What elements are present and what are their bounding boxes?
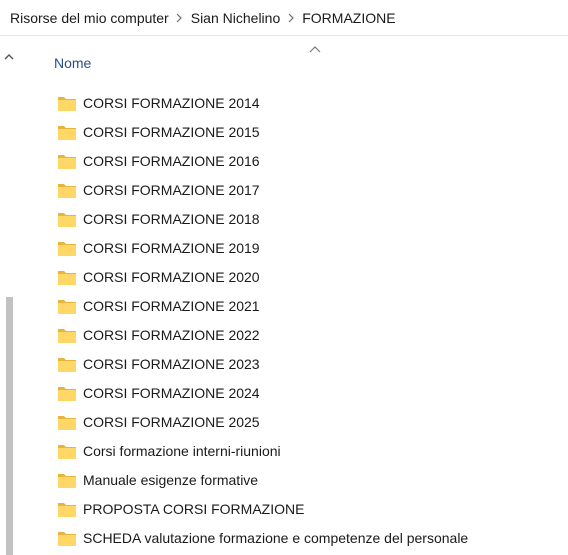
list-item[interactable]: CORSI FORMAZIONE 2018 [57, 204, 468, 233]
folder-icon [58, 473, 76, 488]
file-name: CORSI FORMAZIONE 2018 [83, 210, 260, 227]
file-name: CORSI FORMAZIONE 2022 [83, 326, 260, 343]
folder-icon [58, 154, 76, 169]
list-item[interactable]: SCHEDA valutazione formazione e competen… [57, 523, 468, 552]
list-item[interactable]: CORSI FORMAZIONE 2024 [57, 378, 468, 407]
file-name: CORSI FORMAZIONE 2025 [83, 413, 260, 430]
file-name: SCHEDA valutazione formazione e competen… [83, 529, 469, 546]
list-item[interactable]: CORSI FORMAZIONE 2021 [57, 291, 468, 320]
list-item[interactable]: CORSI FORMAZIONE 2025 [57, 407, 468, 436]
folder-icon [58, 444, 76, 459]
file-name: CORSI FORMAZIONE 2024 [83, 384, 260, 401]
breadcrumb-item-formazione[interactable]: FORMAZIONE [302, 10, 395, 26]
breadcrumb-item-sian-nichelino[interactable]: Sian Nichelino [191, 10, 281, 26]
list-item[interactable]: CORSI FORMAZIONE 2022 [57, 320, 468, 349]
file-name: CORSI FORMAZIONE 2019 [83, 239, 260, 256]
folder-icon [58, 125, 76, 140]
list-item[interactable]: CORSI FORMAZIONE 2016 [57, 146, 468, 175]
file-name: CORSI FORMAZIONE 2021 [83, 297, 260, 314]
list-item[interactable]: CORSI FORMAZIONE 2019 [57, 233, 468, 262]
scrollbar-thumb[interactable] [6, 297, 13, 555]
folder-icon [58, 212, 76, 227]
file-name: CORSI FORMAZIONE 2015 [83, 123, 260, 140]
breadcrumb-item-computer[interactable]: Risorse del mio computer [10, 10, 169, 26]
list-item[interactable]: Corsi formazione interni-riunioni [57, 436, 468, 465]
folder-icon [58, 386, 76, 401]
list-item[interactable]: CORSI FORMAZIONE 2014 [57, 88, 468, 117]
folder-icon [58, 502, 76, 517]
folder-icon [58, 270, 76, 285]
file-name: CORSI FORMAZIONE 2017 [83, 181, 260, 198]
folder-icon [58, 96, 76, 111]
file-name: Manuale esigenze formative [83, 471, 259, 488]
list-item[interactable]: CORSI FORMAZIONE 2017 [57, 175, 468, 204]
chevron-right-icon[interactable] [280, 11, 302, 25]
list-item[interactable]: CORSI FORMAZIONE 2023 [57, 349, 468, 378]
file-name: PROPOSTA CORSI FORMAZIONE [83, 500, 305, 517]
chevron-right-icon[interactable] [169, 11, 191, 25]
folder-icon [58, 531, 76, 546]
list-item[interactable]: Manuale esigenze formative [57, 465, 468, 494]
folder-icon [58, 415, 76, 430]
column-header-name[interactable]: Nome [54, 55, 91, 71]
file-name: CORSI FORMAZIONE 2014 [83, 94, 260, 111]
file-list: CORSI FORMAZIONE 2014 CORSI FORMAZIONE 20… [57, 88, 468, 552]
folder-icon [58, 328, 76, 343]
sort-ascending-icon [309, 46, 321, 53]
folder-icon [58, 299, 76, 314]
list-item[interactable]: CORSI FORMAZIONE 2020 [57, 262, 468, 291]
scroll-up-arrow-icon[interactable] [4, 52, 14, 62]
vertical-scrollbar[interactable] [0, 40, 18, 555]
file-name: CORSI FORMAZIONE 2023 [83, 355, 260, 372]
breadcrumb: Risorse del mio computer Sian Nichelino … [0, 0, 568, 36]
list-item[interactable]: CORSI FORMAZIONE 2015 [57, 117, 468, 146]
folder-icon [58, 183, 76, 198]
file-name: CORSI FORMAZIONE 2016 [83, 152, 260, 169]
file-name: Corsi formazione interni-riunioni [83, 442, 281, 459]
folder-icon [58, 357, 76, 372]
folder-icon [58, 241, 76, 256]
list-item[interactable]: PROPOSTA CORSI FORMAZIONE [57, 494, 468, 523]
file-name: CORSI FORMAZIONE 2020 [83, 268, 260, 285]
